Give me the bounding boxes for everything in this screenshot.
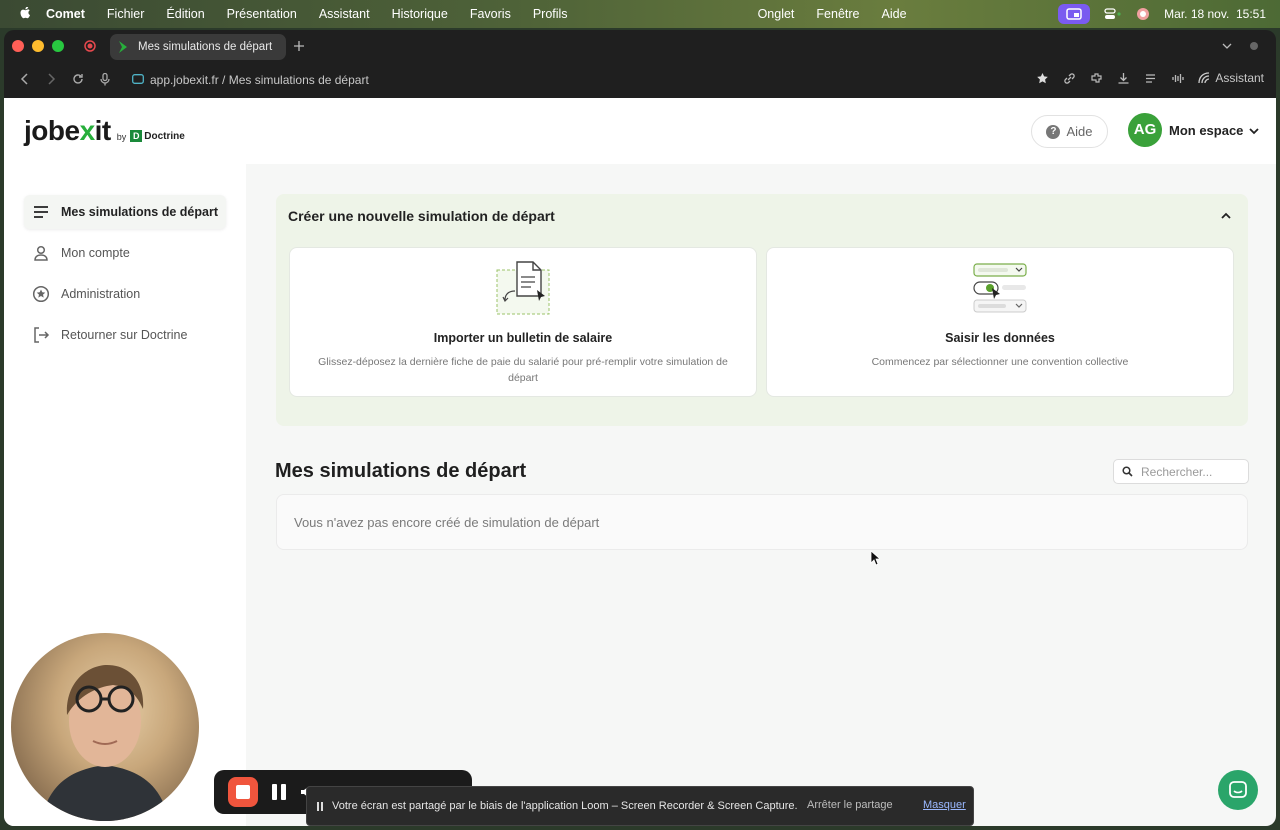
user-icon	[34, 245, 48, 261]
address-bar: app.jobexit.fr / Mes simulations de dépa…	[4, 62, 1276, 98]
card-title: Importer un bulletin de salaire	[433, 331, 613, 345]
tab-title: Mes simulations de départ	[138, 41, 273, 53]
sidebar-item-label: Mes simulations de départ	[61, 205, 218, 219]
close-window-button[interactable]	[12, 40, 24, 52]
jobexit-logo[interactable]: jobexit by D Doctrine	[24, 116, 185, 146]
menu-fenetre[interactable]: Fenêtre	[816, 7, 859, 21]
stop-sharing-button[interactable]: Arrêter le partage	[807, 799, 893, 811]
pause-recording-button[interactable]	[272, 784, 286, 800]
microphone-icon[interactable]	[100, 73, 110, 86]
apple-icon[interactable]	[18, 7, 32, 21]
sidebar-item-label: Administration	[61, 287, 141, 301]
search-icon	[1122, 466, 1133, 477]
menu-edition[interactable]: Édition	[166, 7, 204, 21]
my-space-label: Mon espace	[1169, 123, 1244, 138]
link-icon[interactable]	[1063, 72, 1076, 85]
site-info-icon[interactable]	[132, 74, 144, 84]
help-label: Aide	[1066, 124, 1093, 139]
user-profile-icon[interactable]	[1136, 7, 1150, 21]
tab-list-chevron-icon[interactable]	[1222, 41, 1232, 51]
sidebar-item-account[interactable]: Mon compte	[24, 236, 226, 270]
assistant-button[interactable]: Assistant	[1198, 71, 1264, 85]
share-notice-text: Votre écran est partagé par le biais de …	[332, 800, 798, 812]
extension-logo-icon[interactable]	[1248, 40, 1260, 52]
sidebar-item-label: Mon compte	[61, 246, 130, 260]
sidebar-item-administration[interactable]: Administration	[24, 277, 226, 311]
menu-presentation[interactable]: Présentation	[227, 7, 297, 21]
menu-fichier[interactable]: Fichier	[107, 7, 145, 21]
pause-indicator-icon	[317, 801, 323, 811]
new-tab-icon[interactable]	[293, 40, 305, 52]
help-button[interactable]: ? Aide	[1031, 115, 1108, 148]
search-field[interactable]	[1113, 459, 1249, 484]
browser-toolbar: Assistant	[1036, 71, 1264, 85]
menu-favoris[interactable]: Favoris	[470, 7, 511, 21]
card-title: Saisir les données	[945, 331, 1055, 345]
menu-app-name[interactable]: Comet	[46, 7, 85, 21]
hide-notice-link[interactable]: Masquer	[923, 799, 966, 811]
star-icon	[32, 285, 50, 303]
chevron-down-icon	[1249, 127, 1260, 134]
loom-webcam-bubble[interactable]	[11, 633, 199, 821]
webcam-person-icon	[41, 665, 169, 821]
payslip-upload-icon	[496, 261, 550, 315]
assistant-label: Assistant	[1215, 71, 1264, 85]
sidebar-item-back-doctrine[interactable]: Retourner sur Doctrine	[24, 318, 226, 352]
doctrine-mark-icon: D	[130, 130, 143, 142]
create-simulation-panel: Créer une nouvelle simulation de départ …	[276, 194, 1248, 426]
create-panel-title: Créer une nouvelle simulation de départ	[288, 208, 555, 224]
chevron-up-icon[interactable]	[1220, 210, 1232, 222]
card-description: Commencez par sélectionner une conventio…	[871, 356, 1129, 368]
maximize-window-button[interactable]	[52, 40, 64, 52]
manual-entry-card[interactable]: Saisir les données Commencez par sélecti…	[766, 247, 1234, 397]
logout-icon	[34, 327, 50, 343]
simulations-list-title: Mes simulations de départ	[275, 460, 527, 482]
sidebar-item-label: Retourner sur Doctrine	[61, 328, 188, 342]
record-indicator-icon[interactable]	[84, 40, 96, 52]
menu-onglet[interactable]: Onglet	[758, 7, 795, 21]
menubar-status: Mar. 18 nov. 15:51	[1058, 0, 1266, 28]
avatar[interactable]: AG	[1128, 113, 1162, 147]
menu-icon	[34, 206, 48, 218]
card-description: Glissez-déposez la dernière fiche de pai…	[318, 356, 728, 384]
reload-icon[interactable]	[72, 73, 84, 85]
screen-share-icon[interactable]	[1058, 4, 1091, 24]
extensions-icon[interactable]	[1090, 72, 1103, 85]
menu-assistant[interactable]: Assistant	[319, 7, 370, 21]
screen-share-notice: Votre écran est partagé par le biais de …	[306, 786, 974, 826]
bookmark-star-icon[interactable]	[1036, 72, 1049, 85]
stop-recording-button[interactable]	[228, 777, 258, 807]
support-chat-button[interactable]	[1218, 770, 1258, 810]
minimize-window-button[interactable]	[32, 40, 44, 52]
control-center-icon[interactable]	[1104, 7, 1122, 21]
chat-icon	[1229, 781, 1247, 798]
menu-profils[interactable]: Profils	[533, 7, 568, 21]
form-input-icon	[973, 263, 1027, 313]
empty-state: Vous n'avez pas encore créé de simulatio…	[276, 494, 1248, 550]
import-payslip-card[interactable]: Importer un bulletin de salaire Glissez-…	[289, 247, 757, 397]
tab-bar: Mes simulations de départ	[4, 30, 1276, 62]
sidebar-item-simulations[interactable]: Mes simulations de départ	[24, 195, 226, 229]
reader-list-icon[interactable]	[1144, 72, 1157, 85]
menu-aide[interactable]: Aide	[882, 7, 907, 21]
menu-historique[interactable]: Historique	[392, 7, 448, 21]
assistant-icon	[1198, 72, 1210, 84]
search-input[interactable]	[1141, 464, 1241, 479]
jobexit-favicon-icon	[119, 41, 127, 53]
help-icon: ?	[1046, 124, 1061, 139]
back-icon[interactable]	[20, 73, 30, 85]
app-header: jobexit by D Doctrine ? Aide AG Mon espa…	[4, 98, 1276, 164]
my-space-menu[interactable]: Mon espace	[1169, 123, 1260, 138]
window-controls	[12, 40, 64, 52]
menubar-datetime[interactable]: Mar. 18 nov. 15:51	[1164, 7, 1266, 21]
download-icon[interactable]	[1117, 72, 1130, 85]
tab-active[interactable]: Mes simulations de départ	[110, 34, 286, 60]
mouse-cursor-icon	[870, 550, 880, 566]
url-text[interactable]: app.jobexit.fr / Mes simulations de dépa…	[150, 73, 369, 87]
forward-icon[interactable]	[46, 73, 56, 85]
macos-menubar: Comet Fichier Édition Présentation Assis…	[0, 0, 1280, 28]
voice-wave-icon[interactable]	[1171, 72, 1184, 85]
